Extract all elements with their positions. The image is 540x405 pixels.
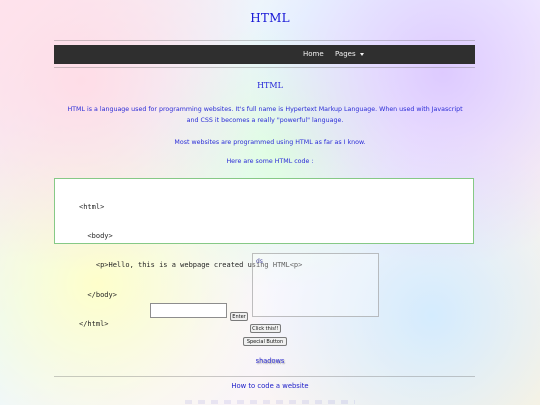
section-title: HTML bbox=[257, 81, 283, 90]
textarea[interactable]: ds bbox=[252, 253, 379, 317]
site-title: HTML bbox=[250, 11, 290, 25]
nav-home-link[interactable]: Home bbox=[303, 45, 324, 64]
navbar: Home Pages bbox=[54, 45, 475, 64]
chevron-down-icon bbox=[359, 52, 364, 56]
shadows-text: shadows bbox=[255, 357, 285, 365]
nav-pages-dropdown[interactable]: Pages bbox=[335, 45, 364, 64]
code-line-html-open: <html> bbox=[79, 202, 105, 211]
textarea-value: ds bbox=[256, 258, 263, 265]
enter-button[interactable]: Enter bbox=[230, 312, 248, 321]
text-input[interactable] bbox=[150, 303, 227, 318]
top-divider bbox=[54, 40, 475, 41]
navbar-divider bbox=[54, 67, 475, 68]
intro-paragraph: HTML is a language used for programming … bbox=[67, 106, 463, 124]
code-block: <html> <body> <p>Hello, this is a webpag… bbox=[54, 178, 474, 328]
special-button[interactable]: Special Button bbox=[243, 337, 287, 346]
code-line-body-open: <body> bbox=[79, 231, 113, 240]
cutoff-text-fragment bbox=[185, 400, 355, 404]
code-intro-paragraph: Here are some HTML code : bbox=[226, 158, 314, 165]
websites-paragraph: Most websites are programmed using HTML … bbox=[174, 139, 366, 146]
nav-pages-label: Pages bbox=[335, 50, 356, 58]
click-this-button[interactable]: Click this!! bbox=[250, 324, 281, 333]
footer-divider bbox=[54, 376, 475, 377]
footer-title: How to code a website bbox=[231, 382, 309, 390]
